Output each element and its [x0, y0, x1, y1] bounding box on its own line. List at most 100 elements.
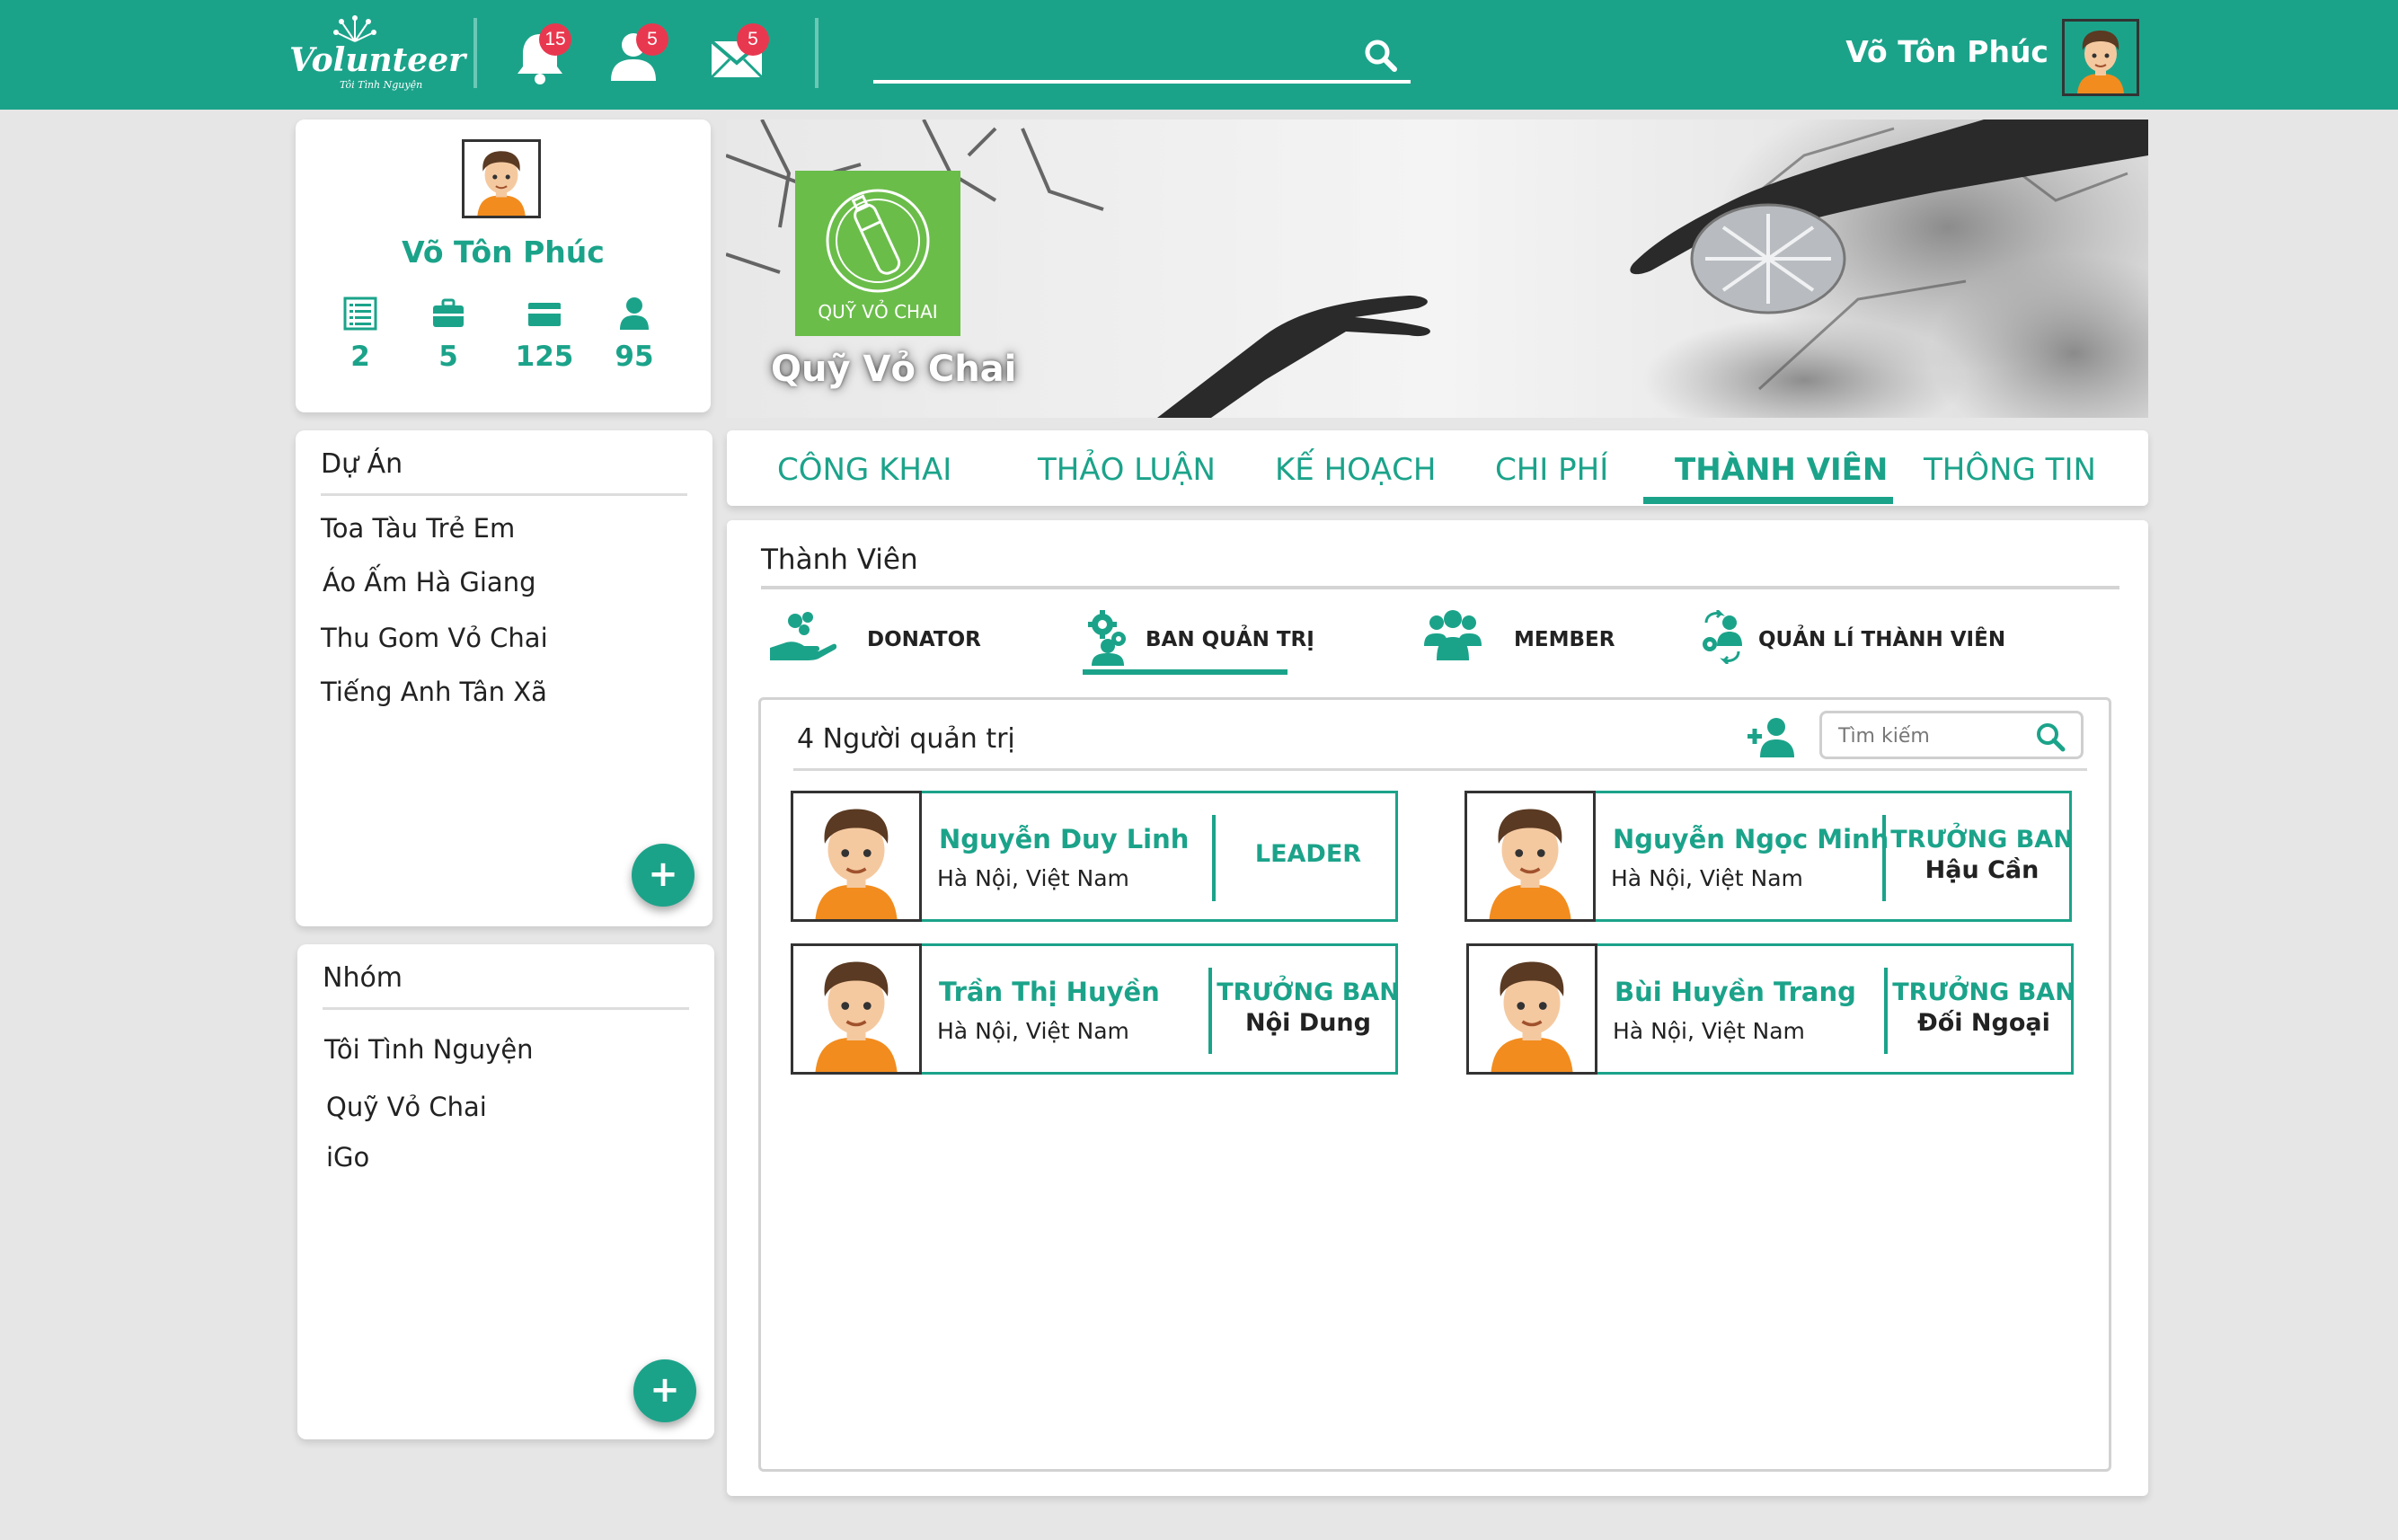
member-avatar [791, 943, 922, 1075]
briefcase-icon [433, 298, 464, 327]
tab-members[interactable]: THÀNH VIÊN [1675, 452, 1888, 488]
group-item[interactable]: Tôi Tình Nguyện [324, 1034, 534, 1065]
tab-public[interactable]: CÔNG KHAI [777, 452, 951, 488]
admin-card[interactable]: Bùi Huyền Trang Hà Nội, Việt Nam TRƯỞNG … [1466, 943, 2075, 1075]
member-avatar [791, 791, 922, 922]
friend-requests-badge: 5 [636, 23, 668, 56]
avatar-icon [2065, 22, 2137, 93]
group-logo-text: QUỸ VỎ CHAI [818, 300, 937, 323]
active-subtab-indicator [1083, 669, 1287, 675]
add-user-icon[interactable] [1746, 716, 1796, 759]
bottle-logo-icon: QUỸ VỎ CHAI [818, 189, 938, 323]
member-location: Hà Nội, Việt Nam [1613, 1018, 1805, 1044]
tab-info[interactable]: THÔNG TIN [1924, 452, 2096, 488]
search-icon[interactable] [1363, 38, 1399, 74]
messages-badge: 5 [737, 23, 769, 56]
member-avatar [1464, 791, 1596, 922]
avatar-icon [1467, 793, 1593, 919]
member-role: TRƯỞNG BAN [1217, 978, 1400, 1006]
subtab-donator[interactable]: DONATOR [768, 610, 981, 673]
divider [323, 1007, 689, 1010]
group-users-icon [1424, 610, 1482, 660]
divider [1208, 968, 1212, 1054]
subtab-manage-members[interactable]: QUẢN LÍ THÀNH VIÊN [1699, 610, 2005, 673]
profile-card: Võ Tôn Phúc 2 5 125 95 [296, 119, 711, 412]
tab-plan[interactable]: KẾ HOẠCH [1275, 452, 1436, 488]
avatar-icon [793, 793, 919, 919]
manage-users-icon [1703, 610, 1742, 664]
subtab-admins[interactable]: BAN QUẢN TRỊ [1083, 610, 1316, 673]
stat-groups[interactable]: 5 [412, 296, 484, 373]
add-group-button[interactable]: + [633, 1359, 696, 1422]
member-role-detail: Hậu Cần [1925, 856, 2040, 884]
group-tabs: CÔNG KHAI THẢO LUẬN KẾ HOẠCH CHI PHÍ THÀ… [727, 430, 2148, 506]
subtab-member[interactable]: MEMBER [1424, 610, 1622, 673]
members-title: Thành Viên [761, 544, 918, 576]
divider [793, 768, 2087, 771]
friend-requests-button[interactable]: 5 [604, 23, 668, 88]
stat-value: 2 [350, 341, 370, 373]
member-role-detail: Đối Ngoại [1917, 1009, 2050, 1037]
profile-avatar[interactable] [462, 139, 541, 218]
tab-discussion[interactable]: THẢO LUẬN [1038, 452, 1216, 488]
member-name[interactable]: Nguyễn Ngọc Minh [1613, 824, 1889, 854]
header-username[interactable]: Võ Tôn Phúc [1815, 34, 2048, 69]
avatar-icon [793, 946, 919, 1072]
stat-projects[interactable]: 2 [324, 296, 396, 373]
projects-card: Dự Án Toa Tàu Trẻ Em Áo Ấm Hà Giang Thu … [296, 430, 712, 926]
logo-text: Volunteer [289, 41, 466, 79]
admin-card[interactable]: Nguyễn Ngọc Minh Hà Nội, Việt Nam TRƯỞNG… [1464, 791, 2074, 922]
divider [1884, 968, 1888, 1054]
admin-gear-icon [1088, 610, 1126, 666]
group-logo[interactable]: QUỸ VỎ CHAI [795, 171, 960, 336]
subtab-label: BAN QUẢN TRỊ [1146, 628, 1314, 651]
divider [761, 586, 2119, 589]
profile-name[interactable]: Võ Tôn Phúc [296, 235, 711, 270]
member-search-input[interactable] [1838, 721, 2027, 751]
group-item[interactable]: iGo [326, 1142, 369, 1173]
project-item[interactable]: Áo Ấm Hà Giang [323, 567, 535, 597]
add-project-button[interactable]: + [632, 844, 695, 907]
header-avatar[interactable] [2062, 19, 2139, 96]
divider [815, 18, 819, 88]
messages-button[interactable]: 5 [706, 23, 769, 88]
group-title: Quỹ Vỏ Chai [771, 349, 1017, 390]
member-name[interactable]: Nguyễn Duy Linh [939, 824, 1189, 854]
subtab-label: QUẢN LÍ THÀNH VIÊN [1758, 628, 2006, 651]
groups-card: Nhóm Tôi Tình Nguyện Quỹ Vỏ Chai iGo + [297, 944, 714, 1439]
logo-burst-icon [333, 15, 376, 42]
search-icon[interactable] [2034, 721, 2066, 753]
member-name[interactable]: Trần Thị Huyền [939, 977, 1160, 1007]
stat-followers[interactable]: 95 [598, 296, 670, 373]
top-search-input[interactable] [873, 36, 1358, 75]
member-location: Hà Nội, Việt Nam [1611, 865, 1803, 891]
project-item[interactable]: Tiếng Anh Tân Xã [321, 677, 547, 707]
admin-card[interactable]: Trần Thị Huyền Hà Nội, Việt Nam TRƯỞNG B… [791, 943, 1400, 1075]
project-item[interactable]: Thu Gom Vỏ Chai [321, 623, 548, 653]
tab-expenses[interactable]: CHI PHÍ [1495, 452, 1608, 488]
notifications-button[interactable]: 15 [509, 23, 571, 88]
user-icon [620, 297, 649, 330]
volunteer-logo[interactable]: Volunteer Tôi Tình Nguyện [289, 14, 465, 92]
member-role-detail: Nội Dung [1245, 1009, 1371, 1037]
project-item[interactable]: Toa Tàu Trẻ Em [321, 513, 515, 544]
member-location: Hà Nội, Việt Nam [937, 865, 1129, 891]
avatar-icon [1469, 946, 1595, 1072]
member-search [1819, 711, 2084, 759]
stat-value: 125 [515, 341, 574, 373]
group-item[interactable]: Quỹ Vỏ Chai [326, 1092, 487, 1122]
member-role: TRƯỞNG BAN [1890, 826, 2074, 854]
member-location: Hà Nội, Việt Nam [937, 1018, 1129, 1044]
divider [473, 18, 477, 88]
card-icon [528, 303, 561, 326]
stat-donations[interactable]: 125 [509, 296, 580, 373]
subtab-label: DONATOR [867, 628, 981, 651]
member-name[interactable]: Bùi Huyền Trang [1615, 977, 1856, 1007]
top-bar: Volunteer Tôi Tình Nguyện 15 5 5 Võ Tôn [0, 0, 2398, 110]
admin-count: 4 Người quản trị [797, 723, 1015, 755]
notifications-badge: 15 [539, 23, 571, 56]
admin-card[interactable]: Nguyễn Duy Linh Hà Nội, Việt Nam LEADER [791, 791, 1398, 922]
divider [321, 493, 687, 496]
active-tab-indicator [1643, 497, 1893, 504]
subtab-label: MEMBER [1514, 628, 1615, 651]
